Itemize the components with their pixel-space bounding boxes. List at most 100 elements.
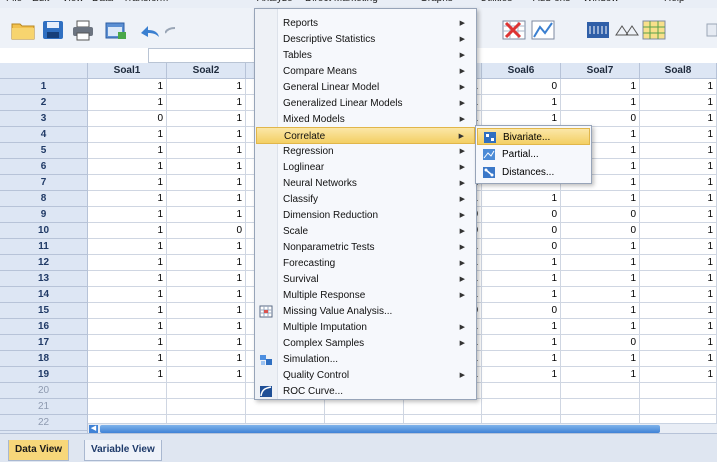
data-cell[interactable]: 1 — [482, 367, 561, 383]
data-cell[interactable]: 1 — [482, 335, 561, 351]
row-number[interactable]: 12 — [0, 255, 88, 271]
menu-item-forecasting[interactable]: Forecasting ▶ — [256, 255, 475, 272]
data-cell[interactable]: 1 — [88, 143, 167, 159]
data-cell[interactable]: 0 — [561, 335, 640, 351]
menu-item-nonparametric-tests[interactable]: Nonparametric Tests ▶ — [256, 239, 475, 256]
data-cell[interactable]: 1 — [561, 303, 640, 319]
data-cell[interactable] — [88, 383, 167, 399]
menu-item-complex-samples[interactable]: Complex Samples ▶ — [256, 335, 475, 352]
column-header[interactable]: Soal1 — [88, 63, 167, 79]
row-number[interactable]: 13 — [0, 271, 88, 287]
column-header[interactable]: Soal6 — [482, 63, 561, 79]
data-cell[interactable]: 1 — [88, 287, 167, 303]
data-cell[interactable]: 1 — [88, 223, 167, 239]
data-cell[interactable]: 0 — [167, 223, 246, 239]
data-cell[interactable] — [246, 399, 325, 415]
data-cell[interactable]: 1 — [640, 95, 717, 111]
data-cell[interactable]: 1 — [640, 255, 717, 271]
data-cell[interactable]: 0 — [482, 223, 561, 239]
menu-item-descriptive-statistics[interactable]: Descriptive Statistics ▶ — [256, 31, 475, 48]
tab-data-view[interactable]: Data View — [8, 440, 70, 461]
data-cell[interactable]: 1 — [88, 335, 167, 351]
data-cell[interactable] — [404, 399, 482, 415]
data-cell[interactable] — [325, 399, 404, 415]
data-cell[interactable]: 1 — [88, 239, 167, 255]
menu-analyze[interactable]: Analyze — [257, 0, 293, 4]
row-number[interactable]: 3 — [0, 111, 88, 127]
data-cell[interactable]: 1 — [561, 239, 640, 255]
data-cell[interactable]: 1 — [640, 335, 717, 351]
menu-item-missing-value-analysis[interactable]: Missing Value Analysis... — [256, 303, 475, 320]
menu-window[interactable]: Window — [583, 0, 619, 4]
data-cell[interactable]: 1 — [88, 175, 167, 191]
row-number[interactable]: 14 — [0, 287, 88, 303]
data-cell[interactable]: 0 — [482, 303, 561, 319]
data-cell[interactable]: 1 — [167, 111, 246, 127]
scroll-thumb[interactable] — [100, 425, 660, 433]
scroll-left-icon[interactable]: ◀ — [89, 425, 98, 433]
menu-item-neural-networks[interactable]: Neural Networks ▶ — [256, 175, 475, 192]
grid-corner[interactable] — [0, 63, 88, 79]
menu-item-quality-control[interactable]: Quality Control ▶ — [256, 367, 475, 384]
open-folder-icon[interactable] — [10, 19, 36, 41]
toolbar-more-icon[interactable] — [703, 19, 717, 41]
row-number[interactable]: 15 — [0, 303, 88, 319]
data-cell[interactable]: 1 — [167, 367, 246, 383]
submenu-item-distances[interactable]: Distances... — [477, 164, 590, 181]
weight-cases-icon[interactable] — [613, 19, 639, 41]
column-header[interactable]: Soal2 — [167, 63, 246, 79]
row-number[interactable]: 4 — [0, 127, 88, 143]
data-cell[interactable]: 1 — [482, 271, 561, 287]
row-number[interactable]: 9 — [0, 207, 88, 223]
data-cell[interactable]: 0 — [482, 79, 561, 95]
menu-add-ons[interactable]: Add-ons — [533, 0, 570, 4]
data-cell[interactable]: 1 — [640, 223, 717, 239]
row-number[interactable]: 22 — [0, 415, 88, 431]
data-cell[interactable] — [482, 399, 561, 415]
print-icon[interactable] — [70, 19, 96, 41]
data-cell[interactable]: 1 — [640, 303, 717, 319]
menu-utilities[interactable]: Utilities — [480, 0, 512, 4]
menu-graphs[interactable]: Graphs — [420, 0, 453, 4]
data-cell[interactable]: 1 — [640, 191, 717, 207]
row-number[interactable]: 5 — [0, 143, 88, 159]
row-number[interactable]: 20 — [0, 383, 88, 399]
row-number[interactable]: 8 — [0, 191, 88, 207]
data-cell[interactable]: 1 — [167, 287, 246, 303]
menu-item-correlate[interactable]: Correlate ▶ — [256, 127, 475, 144]
menu-item-mixed-models[interactable]: Mixed Models ▶ — [256, 111, 475, 128]
data-cell[interactable]: 1 — [561, 367, 640, 383]
data-cell[interactable]: 0 — [482, 239, 561, 255]
data-cell[interactable]: 1 — [561, 319, 640, 335]
redo-icon[interactable] — [165, 19, 175, 41]
row-number[interactable]: 10 — [0, 223, 88, 239]
select-cases-icon[interactable] — [501, 19, 527, 41]
data-cell[interactable]: 1 — [482, 287, 561, 303]
data-cell[interactable]: 1 — [167, 175, 246, 191]
menu-item-simulation[interactable]: Simulation... — [256, 351, 475, 368]
menu-item-compare-means[interactable]: Compare Means ▶ — [256, 63, 475, 80]
menu-item-dimension-reduction[interactable]: Dimension Reduction ▶ — [256, 207, 475, 224]
data-cell[interactable]: 1 — [88, 255, 167, 271]
row-number[interactable]: 11 — [0, 239, 88, 255]
data-cell[interactable] — [167, 399, 246, 415]
tab-variable-view[interactable]: Variable View — [84, 440, 162, 461]
data-cell[interactable]: 1 — [88, 95, 167, 111]
data-cell[interactable]: 1 — [561, 351, 640, 367]
data-cell[interactable]: 1 — [167, 191, 246, 207]
save-icon[interactable] — [40, 19, 66, 41]
data-cell[interactable]: 0 — [482, 207, 561, 223]
menu-item-loglinear[interactable]: Loglinear ▶ — [256, 159, 475, 176]
cell-value-input[interactable] — [148, 48, 255, 63]
data-cell[interactable] — [640, 383, 717, 399]
data-cell[interactable]: 1 — [561, 95, 640, 111]
row-number[interactable]: 18 — [0, 351, 88, 367]
data-cell[interactable]: 1 — [167, 207, 246, 223]
data-cell[interactable]: 1 — [88, 367, 167, 383]
data-cell[interactable]: 1 — [640, 143, 717, 159]
row-number[interactable]: 1 — [0, 79, 88, 95]
submenu-item-partial[interactable]: Partial... — [477, 146, 590, 163]
data-cell[interactable]: 1 — [640, 239, 717, 255]
data-cell[interactable]: 1 — [640, 271, 717, 287]
data-cell[interactable]: 1 — [482, 95, 561, 111]
